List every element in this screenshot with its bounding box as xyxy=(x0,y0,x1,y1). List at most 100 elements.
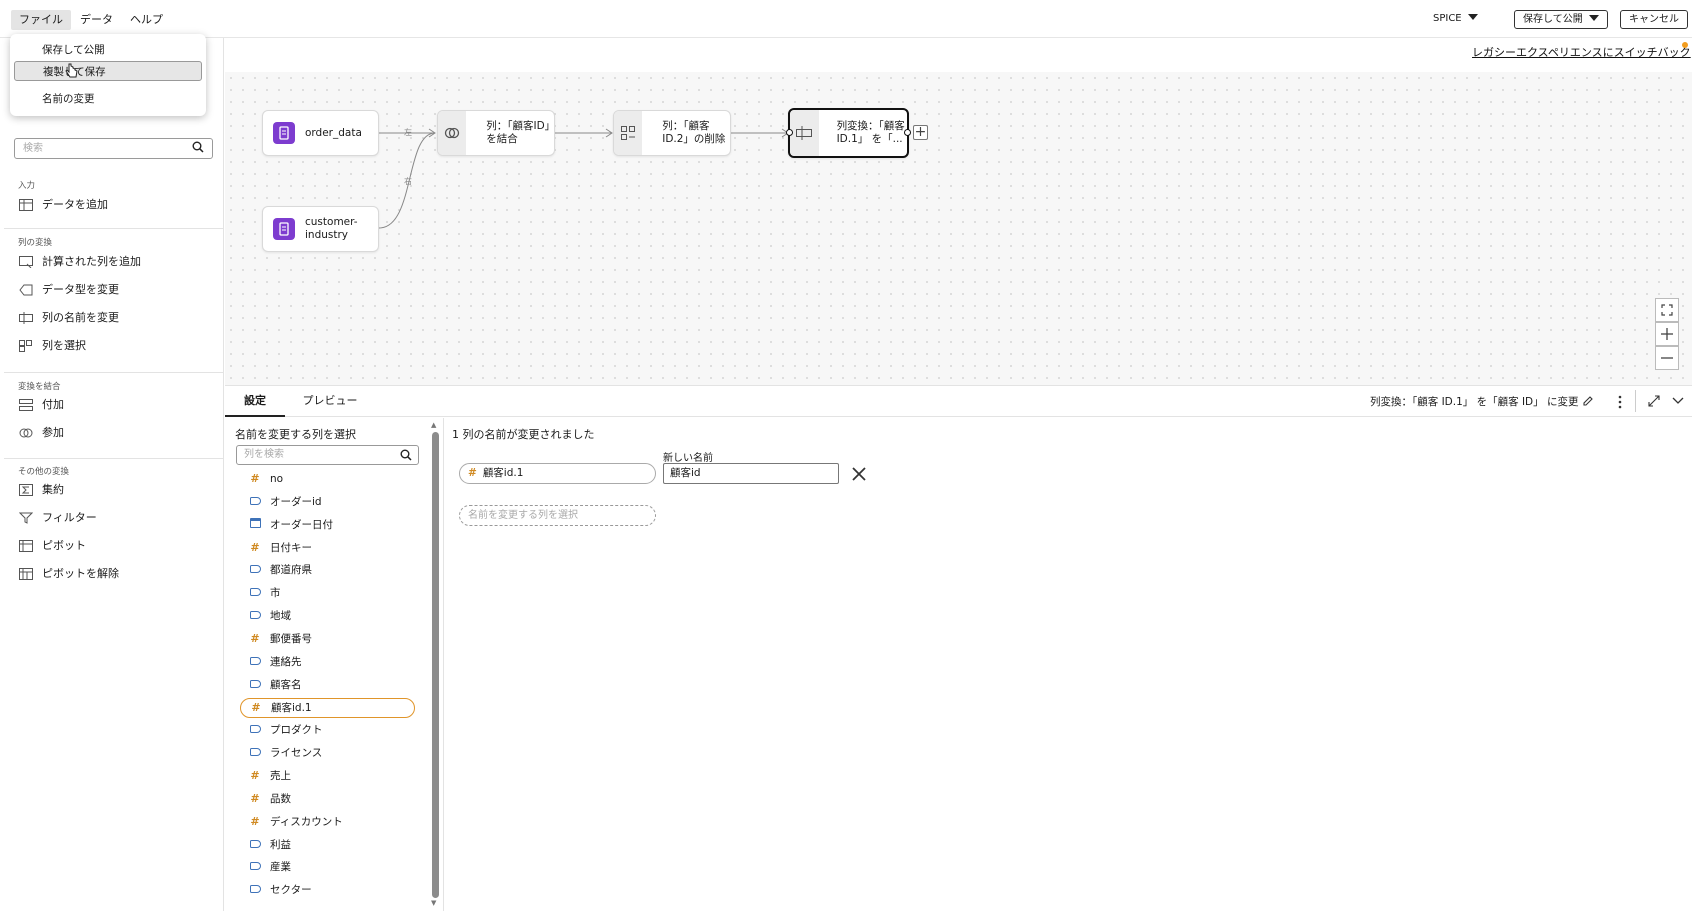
column-name: 連絡先 xyxy=(270,656,302,668)
column-list-item[interactable]: ライセンス xyxy=(240,743,415,763)
sidebar-item-change-type[interactable]: データ型を変更 xyxy=(18,281,119,299)
join-icon xyxy=(438,111,467,155)
divider xyxy=(4,372,224,373)
edit-icon[interactable] xyxy=(1582,395,1594,407)
expand-icon[interactable] xyxy=(1648,395,1660,407)
menu-bar: ファイル データ ヘルプ SPICE 保存して公開 キャンセル xyxy=(0,0,1692,38)
column-list-item[interactable]: # ディスカウント xyxy=(240,812,415,832)
add-column-select[interactable]: 名前を変更する列を選択 xyxy=(459,505,656,526)
node-label: order_data xyxy=(305,126,362,139)
sum-icon xyxy=(18,483,34,497)
node-rename-column[interactable]: 列変換：「顧客 ID.1」 を「... xyxy=(788,108,909,158)
edge-label-right: 右 xyxy=(404,177,412,186)
column-list-item[interactable]: 地域 xyxy=(240,606,415,626)
data-type-icon xyxy=(18,283,34,297)
scrollbar-thumb[interactable] xyxy=(432,432,439,898)
column-list-item[interactable]: 利益 xyxy=(240,835,415,855)
column-list-item[interactable]: 都道府県 xyxy=(240,560,415,580)
node-label: 列変換：「顧客 ID.1」 を「... xyxy=(836,120,905,145)
menu-item-duplicate-save[interactable]: 複製して保存 xyxy=(14,61,202,81)
column-name: ライセンス xyxy=(270,747,323,759)
column-list-item[interactable]: オーダー日付 xyxy=(240,515,415,535)
node-customer-industry[interactable]: customer-industry xyxy=(262,206,379,252)
string-type-icon xyxy=(248,675,262,695)
spice-dropdown[interactable]: SPICE xyxy=(1433,13,1478,24)
sidebar-item-unpivot[interactable]: ピボットを解除 xyxy=(18,565,119,583)
fit-screen-button[interactable] xyxy=(1655,298,1679,322)
number-type-icon: # xyxy=(250,792,260,805)
sidebar-item-join[interactable]: 参加 xyxy=(18,424,64,442)
hand-cursor-icon xyxy=(65,63,78,78)
more-options-icon[interactable] xyxy=(1617,395,1623,409)
column-list-item[interactable]: # no xyxy=(240,469,415,489)
sidebar-search-input[interactable]: 検索 xyxy=(14,138,213,159)
spice-label: SPICE xyxy=(1433,13,1462,24)
sidebar-item-append[interactable]: 付加 xyxy=(18,396,64,414)
menu-help[interactable]: ヘルプ xyxy=(122,10,171,30)
search-icon xyxy=(400,449,412,461)
column-name: 郵便番号 xyxy=(270,633,312,645)
column-name: 市 xyxy=(270,587,281,599)
source-column-pill[interactable]: # 顧客id.1 xyxy=(459,463,656,484)
column-list-item[interactable]: # 品数 xyxy=(240,789,415,809)
zoom-out-button[interactable] xyxy=(1655,346,1679,370)
pivot-icon xyxy=(18,539,34,553)
column-list-item[interactable]: # 郵便番号 xyxy=(240,629,415,649)
tab-settings[interactable]: 設定 xyxy=(225,386,285,417)
sidebar-item-label: データを追加 xyxy=(42,198,108,211)
sidebar-item-label: 列を選択 xyxy=(42,339,86,352)
save-publish-button[interactable]: 保存して公開 xyxy=(1514,10,1608,29)
sidebar-item-add-data[interactable]: データを追加 xyxy=(18,196,108,214)
sidebar-item-filter[interactable]: フィルター xyxy=(18,509,97,527)
column-name: 地域 xyxy=(270,610,291,622)
sidebar-item-label: データ型を変更 xyxy=(42,283,119,296)
menu-file[interactable]: ファイル xyxy=(11,10,71,30)
zoom-in-button[interactable] xyxy=(1655,322,1679,346)
sidebar-item-label: ピボットを解除 xyxy=(42,567,119,580)
column-list-label: 名前を変更する列を選択 xyxy=(235,428,356,441)
column-search-input[interactable]: 列を検索 xyxy=(236,445,419,465)
sidebar-item-select-column[interactable]: 列を選択 xyxy=(18,337,86,355)
new-name-input[interactable]: 顧客id xyxy=(663,463,839,484)
legacy-experience-link[interactable]: レガシーエクスペリエンスにスイッチバック xyxy=(1472,44,1691,60)
unpivot-icon xyxy=(18,567,34,581)
node-delete-column[interactable]: 列：「顧客 ID.2」の削除 xyxy=(613,110,731,156)
node-input-port[interactable] xyxy=(786,129,793,136)
sidebar-item-add-calc[interactable]: 計算された列を追加 xyxy=(18,253,141,271)
calculated-field-icon xyxy=(18,255,34,269)
chevron-down-icon[interactable] xyxy=(1672,397,1684,405)
divider xyxy=(4,228,224,229)
add-step-button[interactable]: + xyxy=(913,125,928,140)
sidebar-item-aggregate[interactable]: 集約 xyxy=(18,481,64,499)
node-label: 列：「顧客 ID.2」の削除 xyxy=(662,120,726,145)
node-join[interactable]: 列：「顧客ID」を結合 xyxy=(437,110,555,156)
column-name: 都道府県 xyxy=(270,564,312,576)
sidebar-item-label: フィルター xyxy=(42,511,97,524)
menu-item-save-publish[interactable]: 保存して公開 xyxy=(14,40,202,60)
column-list-item[interactable]: セクター xyxy=(240,880,415,900)
rename-icon xyxy=(790,110,819,156)
column-list-item[interactable]: # 日付キー xyxy=(240,538,415,558)
number-type-icon: # xyxy=(251,701,261,714)
cancel-button[interactable]: キャンセル xyxy=(1620,10,1688,29)
sidebar-item-rename-column[interactable]: 列の名前を変更 xyxy=(18,309,119,327)
column-list-item[interactable]: # 売上 xyxy=(240,766,415,786)
column-list-item[interactable]: オーダーid xyxy=(240,492,415,512)
node-output-port[interactable] xyxy=(904,129,911,136)
close-icon[interactable] xyxy=(851,466,867,482)
column-list-item[interactable]: 顧客名 xyxy=(240,675,415,695)
scroll-down-arrow-icon[interactable]: ▼ xyxy=(431,899,436,907)
menu-item-rename[interactable]: 名前の変更 xyxy=(14,89,202,109)
column-list-item[interactable]: プロダクト xyxy=(240,720,415,740)
tab-preview[interactable]: プレビュー xyxy=(295,386,365,417)
sidebar-item-pivot[interactable]: ピボット xyxy=(18,537,86,555)
scroll-up-arrow-icon[interactable]: ▲ xyxy=(431,421,436,429)
column-list-item[interactable]: # 顧客id.1 xyxy=(240,698,415,718)
column-list-item[interactable]: 市 xyxy=(240,583,415,603)
column-list-item[interactable]: 産業 xyxy=(240,857,415,877)
column-list-item[interactable]: 連絡先 xyxy=(240,652,415,672)
plus-icon xyxy=(1661,328,1673,340)
node-order-data[interactable]: order_data xyxy=(262,110,379,156)
menu-data[interactable]: データ xyxy=(72,10,121,30)
fullscreen-icon xyxy=(1661,304,1673,316)
